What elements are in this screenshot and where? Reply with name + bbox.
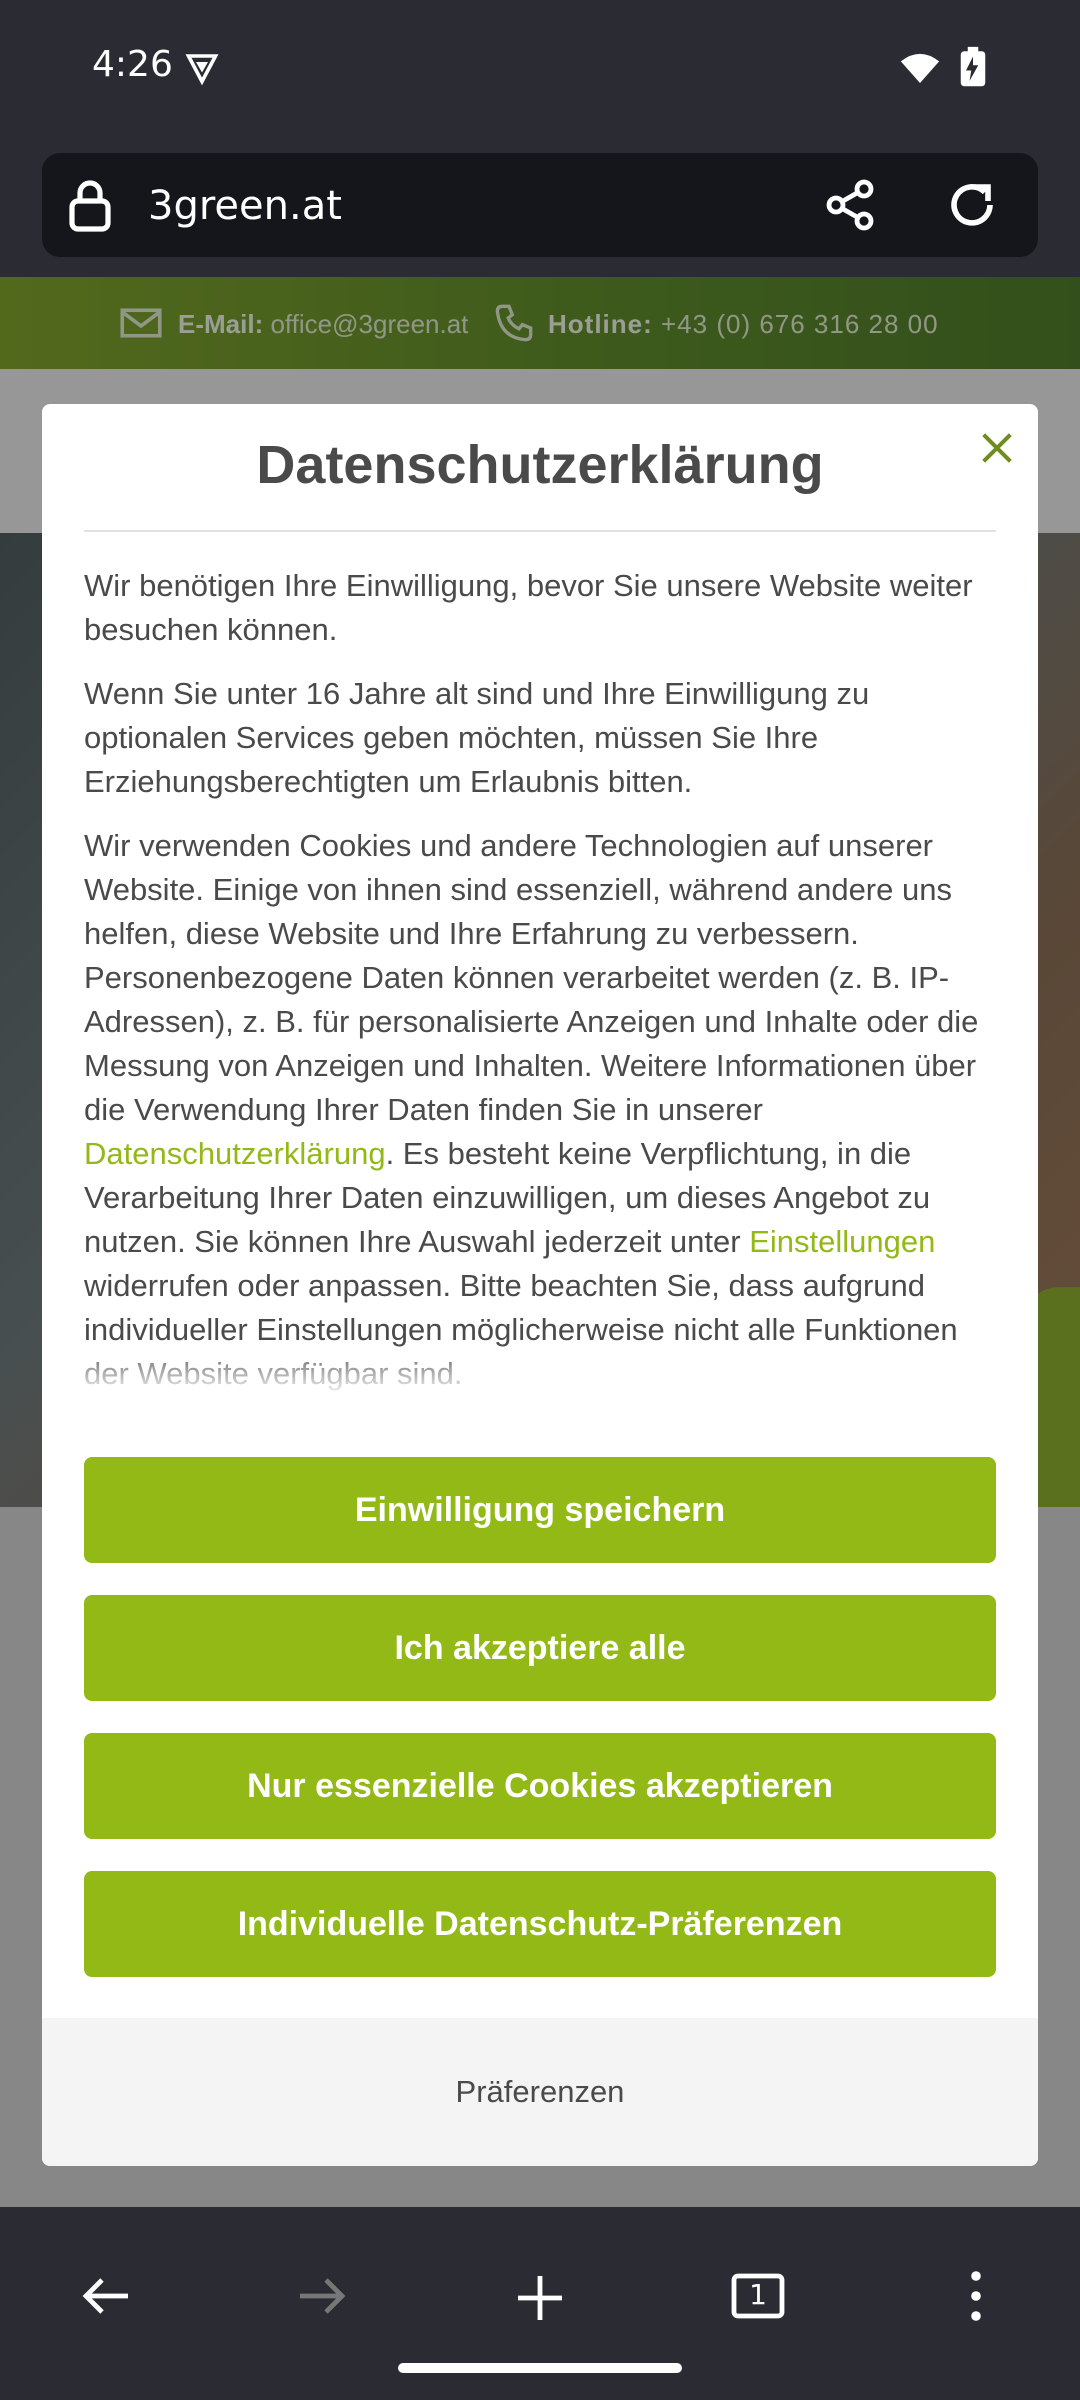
back-icon[interactable] bbox=[80, 2276, 132, 2316]
battery-icon bbox=[960, 46, 986, 87]
save-consent-button[interactable]: Einwilligung speichern bbox=[84, 1457, 996, 1563]
reload-icon[interactable] bbox=[944, 177, 1000, 233]
status-time: 4:26 bbox=[92, 44, 173, 85]
forward-icon[interactable] bbox=[296, 2276, 348, 2316]
consent-paragraph-1: Wir benötigen Ihre Einwilligung, bevor S… bbox=[84, 568, 973, 647]
privacy-dialog: Datenschutzerklärung Wir benötigen Ihre … bbox=[42, 404, 1038, 2166]
vpn-icon bbox=[185, 54, 219, 86]
consent-paragraph-2: Wenn Sie unter 16 Jahre alt sind und Ihr… bbox=[84, 676, 870, 799]
home-indicator[interactable] bbox=[398, 2363, 682, 2373]
settings-link[interactable]: Einstellungen bbox=[749, 1224, 935, 1259]
tab-count[interactable]: 1 bbox=[730, 2278, 786, 2311]
menu-icon[interactable] bbox=[964, 2268, 988, 2324]
privacy-policy-link[interactable]: Datenschutzerklärung bbox=[84, 1136, 386, 1171]
new-tab-icon[interactable] bbox=[514, 2272, 566, 2324]
share-icon[interactable] bbox=[822, 177, 878, 233]
accept-all-button[interactable]: Ich akzeptiere alle bbox=[84, 1595, 996, 1701]
address-bar[interactable]: 3green.at bbox=[42, 153, 1038, 257]
consent-paragraph-3: Wir verwenden Cookies und andere Technol… bbox=[84, 824, 996, 1394]
scroll-fade bbox=[84, 1344, 996, 1394]
essential-only-button[interactable]: Nur essenzielle Cookies akzeptieren bbox=[84, 1733, 996, 1839]
lock-icon[interactable] bbox=[68, 177, 112, 233]
dialog-footer: Präferenzen bbox=[42, 2018, 1038, 2166]
dialog-body[interactable]: Wir benötigen Ihre Einwilligung, bevor S… bbox=[84, 564, 996, 1394]
consent-text-a: Wir verwenden Cookies und andere Technol… bbox=[84, 828, 979, 1127]
individual-preferences-button[interactable]: Individuelle Datenschutz-Präferenzen bbox=[84, 1871, 996, 1977]
wifi-icon bbox=[900, 53, 940, 83]
dialog-title: Datenschutzerklärung bbox=[256, 435, 824, 495]
preferences-link[interactable]: Präferenzen bbox=[42, 2074, 1038, 2110]
status-bar: 4:26 bbox=[0, 0, 1080, 140]
url-text[interactable]: 3green.at bbox=[148, 183, 342, 229]
title-divider bbox=[84, 530, 996, 532]
